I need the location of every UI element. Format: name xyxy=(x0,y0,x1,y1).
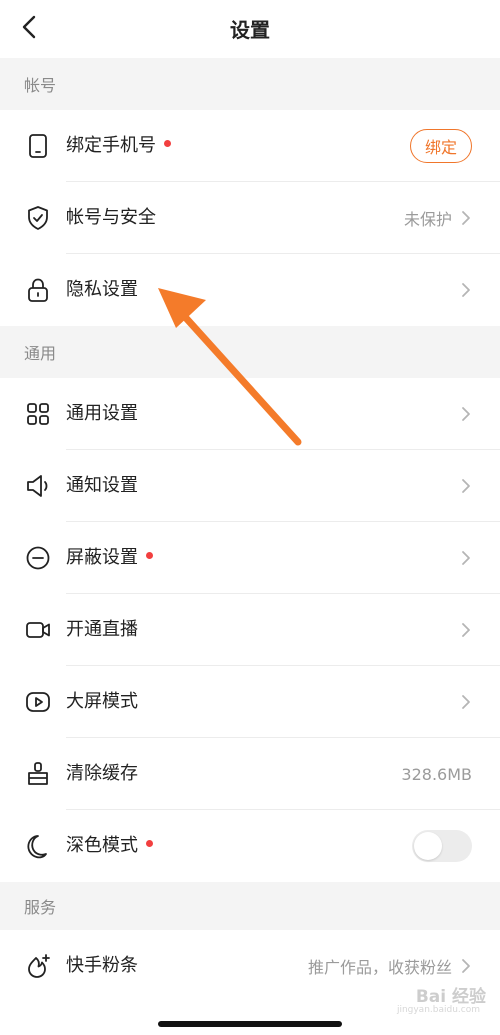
row-bind-phone[interactable]: 绑定手机号 绑定 xyxy=(0,110,500,182)
row-label: 通知设置 xyxy=(66,475,138,496)
chevron-right-icon xyxy=(462,407,470,421)
section-header-general: 通用 xyxy=(0,326,500,378)
row-account-security[interactable]: 帐号与安全 未保护 xyxy=(0,182,500,254)
minus-circle-icon xyxy=(26,546,50,570)
toggle-knob xyxy=(414,832,442,860)
red-dot-badge xyxy=(146,839,153,847)
sparkle-fire-icon xyxy=(28,954,50,978)
section-header-service: 服务 xyxy=(0,882,500,930)
phone-icon xyxy=(29,134,47,158)
row-label: 帐号与安全 xyxy=(66,207,156,228)
play-screen-icon xyxy=(26,692,50,712)
row-label: 屏蔽设置 xyxy=(66,546,153,570)
nav-bar: 设置 xyxy=(0,0,500,58)
row-dark-mode: 深色模式 xyxy=(0,810,500,882)
shield-check-icon xyxy=(28,206,48,230)
row-block-settings[interactable]: 屏蔽设置 xyxy=(0,522,500,594)
row-clear-cache[interactable]: 清除缓存 328.6MB xyxy=(0,738,500,810)
row-label: 快手粉条 xyxy=(66,955,138,976)
row-label: 通用设置 xyxy=(66,403,138,424)
row-general-settings[interactable]: 通用设置 xyxy=(0,378,500,450)
moon-icon xyxy=(27,835,47,859)
row-big-screen-mode[interactable]: 大屏模式 xyxy=(0,666,500,738)
chevron-right-icon xyxy=(462,623,470,637)
row-value: 未保护 xyxy=(403,210,452,229)
row-label: 绑定手机号 xyxy=(66,134,171,158)
page-title: 设置 xyxy=(230,18,270,42)
chevron-right-icon xyxy=(462,551,470,565)
row-label: 隐私设置 xyxy=(66,279,138,300)
chevron-right-icon xyxy=(462,283,470,297)
row-label: 清除缓存 xyxy=(66,763,138,784)
section-header-account: 帐号 xyxy=(0,58,500,110)
watermark-url: jingyan.baidu.com xyxy=(396,1005,480,1015)
row-label: 深色模式 xyxy=(66,834,153,858)
chevron-right-icon xyxy=(462,479,470,493)
red-dot-badge xyxy=(146,551,153,559)
watermark-logo: Bai 经验 xyxy=(415,987,486,1007)
row-open-live[interactable]: 开通直播 xyxy=(0,594,500,666)
broom-icon xyxy=(28,762,48,785)
row-value: 推广作品，收获粉丝 xyxy=(307,958,452,977)
section-title: 服务 xyxy=(24,898,57,917)
chevron-right-icon xyxy=(462,211,470,225)
row-label: 开通直播 xyxy=(66,619,138,640)
home-indicator[interactable] xyxy=(158,1021,342,1027)
section-title: 通用 xyxy=(24,344,57,363)
row-label: 大屏模式 xyxy=(66,691,138,712)
grid-icon xyxy=(27,403,49,425)
lock-icon xyxy=(28,278,48,302)
section-title: 帐号 xyxy=(24,76,57,95)
chevron-right-icon xyxy=(462,959,470,973)
row-notification-settings[interactable]: 通知设置 xyxy=(0,450,500,522)
bind-button[interactable]: 绑定 xyxy=(410,129,472,163)
red-dot-badge xyxy=(164,139,171,147)
speaker-icon xyxy=(27,475,48,497)
cache-size: 328.6MB xyxy=(401,764,472,784)
dark-mode-toggle[interactable] xyxy=(412,830,472,862)
chevron-right-icon xyxy=(462,695,470,709)
row-privacy-settings[interactable]: 隐私设置 xyxy=(0,254,500,326)
video-camera-icon xyxy=(26,622,50,638)
